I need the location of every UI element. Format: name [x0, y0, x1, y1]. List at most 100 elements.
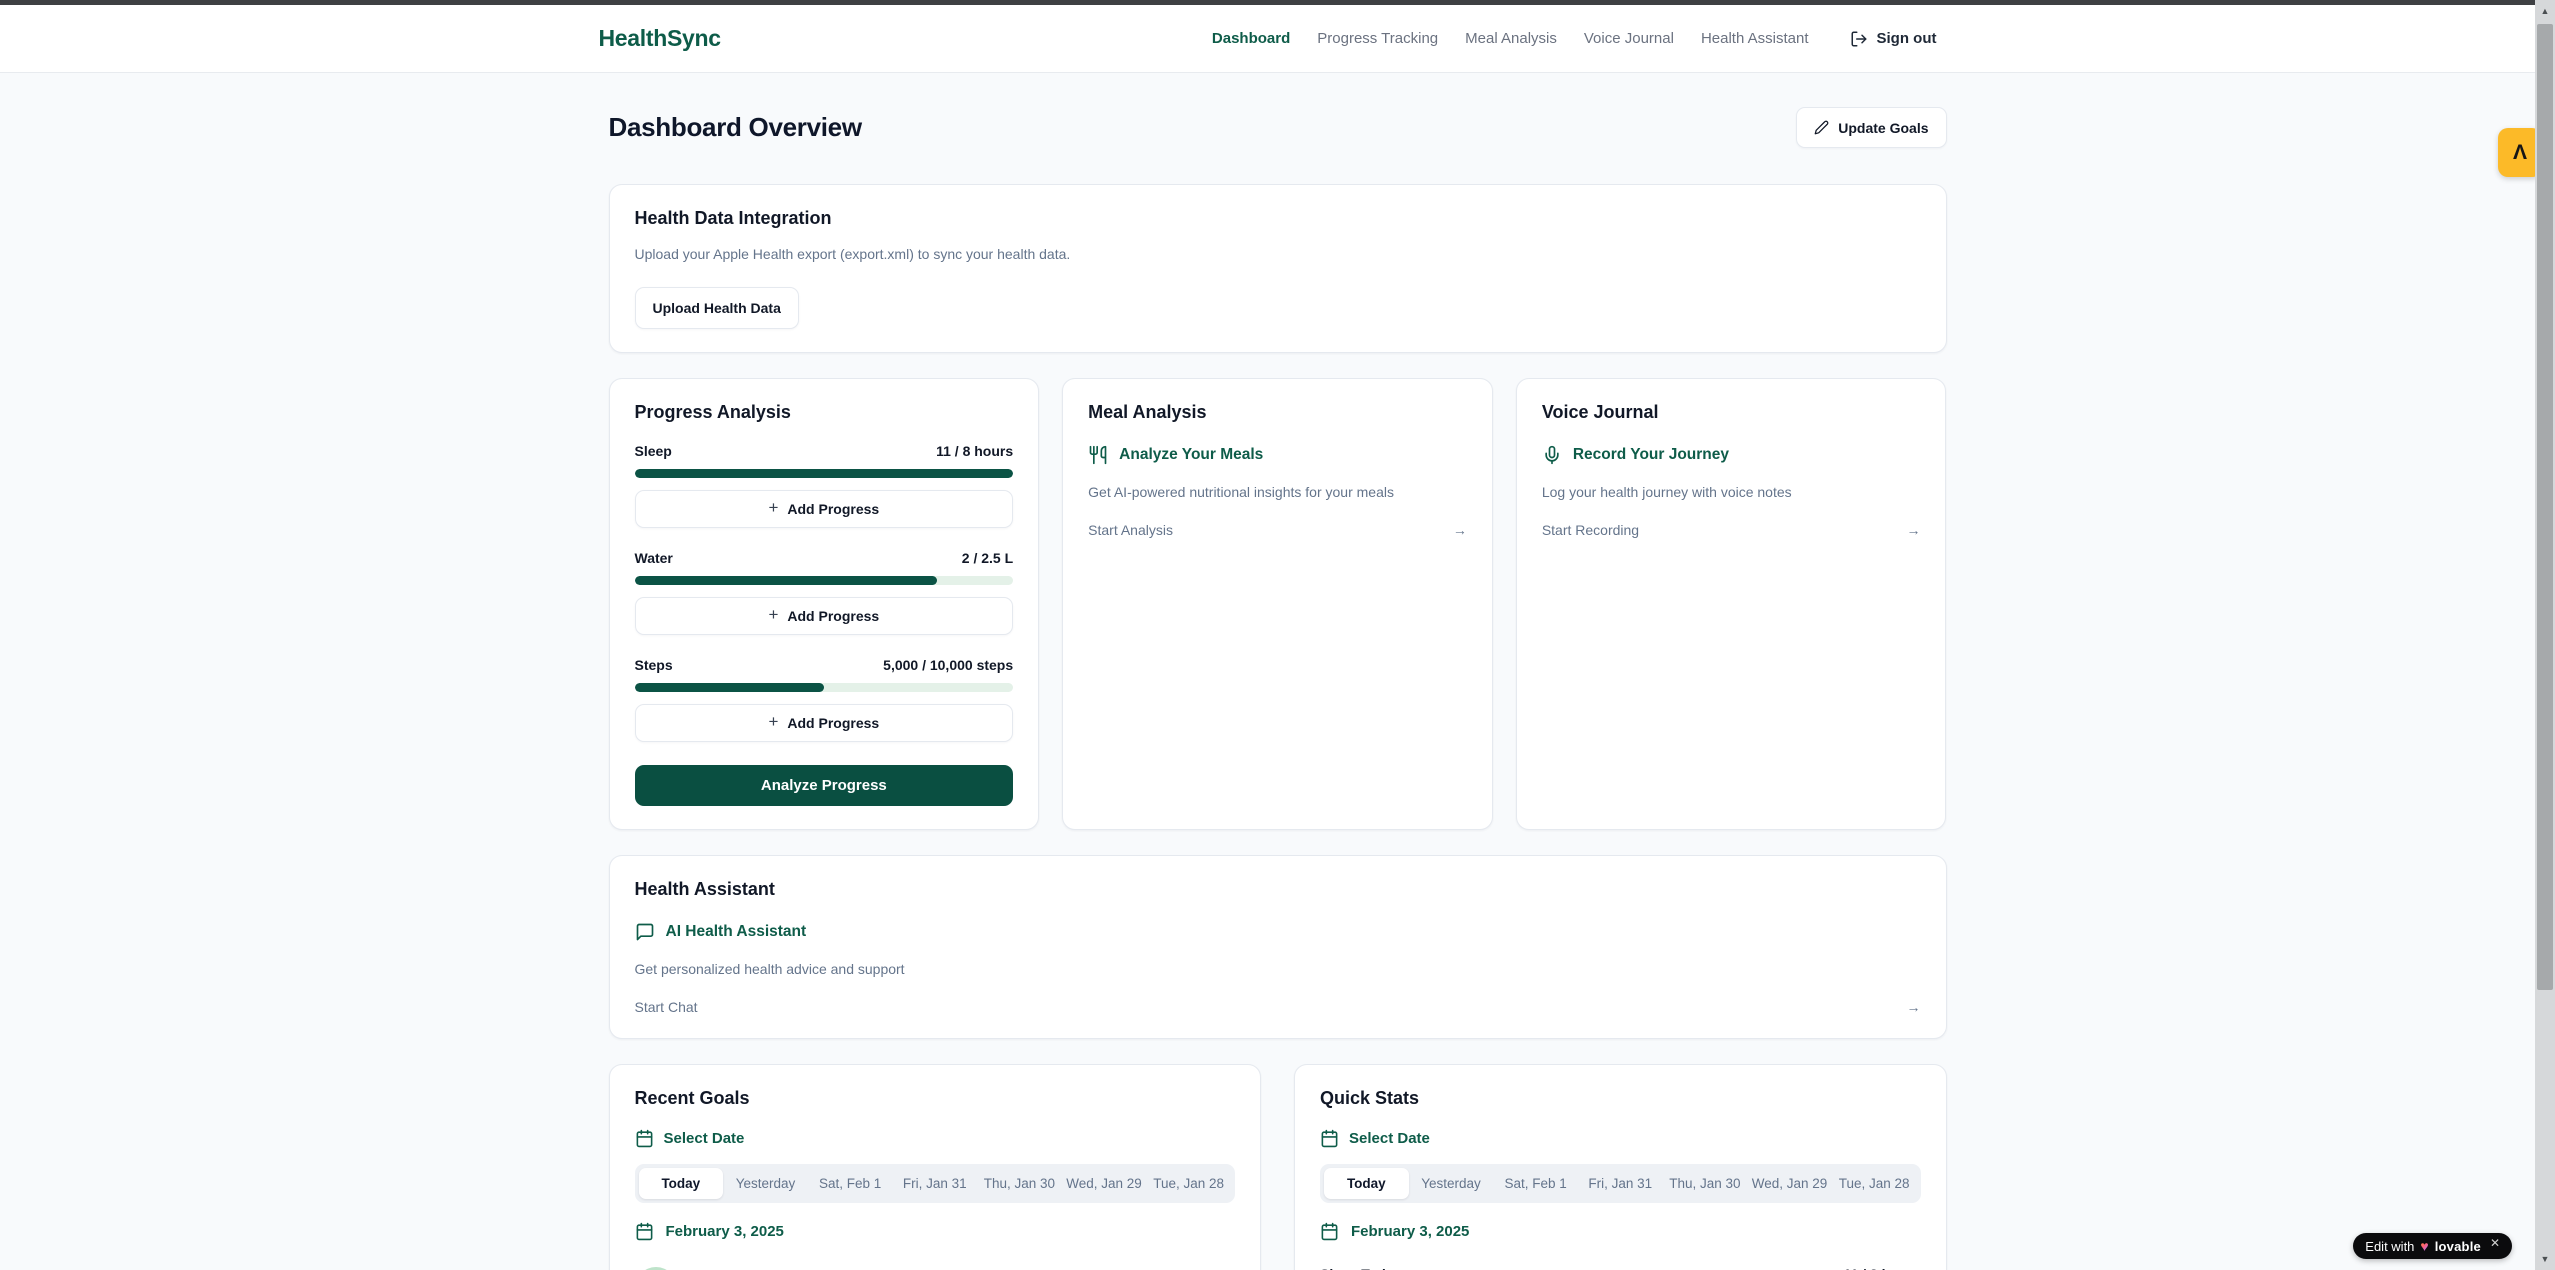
nav-item-voice-journal[interactable]: Voice Journal: [1584, 30, 1674, 47]
date-tab-tue-jan-28[interactable]: Tue, Jan 28: [1146, 1168, 1231, 1199]
app-logo[interactable]: HealthSync: [599, 25, 721, 52]
integration-description: Upload your Apple Health export (export.…: [635, 244, 1921, 264]
upload-health-data-button[interactable]: Upload Health Data: [635, 287, 799, 329]
main-content: Dashboard Overview Update Goals Health D…: [609, 107, 1947, 1270]
date-tab-sat-feb-1[interactable]: Sat, Feb 1: [808, 1168, 893, 1199]
nav-item-dashboard[interactable]: Dashboard: [1212, 30, 1290, 47]
date-tab-today[interactable]: Today: [1324, 1168, 1409, 1199]
stat-label-sleep-today: Sleep Today: [1320, 1266, 1401, 1270]
add-progress-steps-button[interactable]: + Add Progress: [635, 704, 1014, 742]
progress-value-sleep: 11 / 8 hours: [936, 443, 1013, 459]
recent-goals-date-tabs: Today Yesterday Sat, Feb 1 Fri, Jan 31 T…: [635, 1164, 1236, 1203]
calendar-icon: [1320, 1222, 1339, 1241]
date-tab-wed-jan-29[interactable]: Wed, Jan 29: [1747, 1168, 1832, 1199]
analyze-progress-button[interactable]: Analyze Progress: [635, 765, 1014, 806]
recent-goals-title: Recent Goals: [635, 1088, 1236, 1109]
progress-analysis-title: Progress Analysis: [635, 402, 1014, 423]
start-chat-label: Start Chat: [635, 999, 698, 1015]
date-tab-thu-jan-30[interactable]: Thu, Jan 30: [977, 1168, 1062, 1199]
nav-item-progress-tracking[interactable]: Progress Tracking: [1317, 30, 1438, 47]
voice-journal-card: Voice Journal Record Your Journey Log yo…: [1516, 378, 1947, 830]
select-date-label: Select Date: [1349, 1130, 1430, 1147]
lovable-brand: lovable: [2435, 1239, 2481, 1254]
plus-icon: +: [768, 605, 778, 625]
nav-item-health-assistant[interactable]: Health Assistant: [1701, 30, 1809, 47]
current-date-label: February 3, 2025: [666, 1223, 784, 1240]
health-data-integration-card: Health Data Integration Upload your Appl…: [609, 184, 1947, 353]
date-tab-sat-feb-1[interactable]: Sat, Feb 1: [1493, 1168, 1578, 1199]
start-analysis-action[interactable]: Start Analysis →: [1088, 522, 1467, 538]
chat-bubble-icon: [635, 922, 655, 942]
progress-value-steps: 5,000 / 10,000 steps: [883, 657, 1013, 673]
ai-health-assistant-link[interactable]: AI Health Assistant: [635, 922, 1921, 942]
date-tab-thu-jan-30[interactable]: Thu, Jan 30: [1663, 1168, 1748, 1199]
quick-stats-card: Quick Stats Select Date Today Yesterday …: [1294, 1064, 1947, 1270]
goal-item-daily-sleep: ✓ Daily Sleep 11 / 8 hours: [635, 1267, 1236, 1270]
date-tab-wed-jan-29[interactable]: Wed, Jan 29: [1062, 1168, 1147, 1199]
stat-value-sleep-today: 11 / 8 hours: [1843, 1266, 1920, 1270]
calendar-icon: [635, 1129, 654, 1148]
sign-out-label: Sign out: [1877, 30, 1937, 47]
lovable-prefix: Edit with: [2365, 1239, 2414, 1254]
start-recording-action[interactable]: Start Recording →: [1542, 522, 1921, 538]
add-progress-water-button[interactable]: + Add Progress: [635, 597, 1014, 635]
progress-label-steps: Steps: [635, 657, 673, 673]
date-tab-fri-jan-31[interactable]: Fri, Jan 31: [892, 1168, 977, 1199]
progress-bar-sleep: [635, 469, 1014, 478]
analyze-your-meals-label: Analyze Your Meals: [1119, 446, 1263, 464]
plus-icon: +: [768, 498, 778, 518]
date-tab-fri-jan-31[interactable]: Fri, Jan 31: [1578, 1168, 1663, 1199]
meal-analysis-title: Meal Analysis: [1088, 402, 1467, 423]
update-goals-label: Update Goals: [1838, 120, 1928, 136]
add-progress-label: Add Progress: [787, 608, 879, 624]
meal-analysis-card: Meal Analysis Analyze Your Meals Get AI-…: [1062, 378, 1493, 830]
record-your-journey-link[interactable]: Record Your Journey: [1542, 445, 1921, 465]
recent-goals-card: Recent Goals Select Date Today Yesterday…: [609, 1064, 1262, 1270]
recent-goals-current-date[interactable]: February 3, 2025: [635, 1222, 1236, 1241]
current-date-label: February 3, 2025: [1351, 1223, 1469, 1240]
arrow-right-icon: →: [1907, 999, 1921, 1015]
logout-icon: [1850, 30, 1868, 48]
scroll-up-arrow[interactable]: ▲: [2535, 0, 2555, 22]
update-goals-button[interactable]: Update Goals: [1796, 107, 1946, 148]
record-your-journey-label: Record Your Journey: [1573, 446, 1729, 464]
scrollbar-thumb[interactable]: [2537, 24, 2553, 990]
microphone-icon: [1542, 445, 1562, 465]
recent-goals-select-date[interactable]: Select Date: [635, 1129, 1236, 1148]
progress-bar-steps: [635, 683, 1014, 692]
arrow-right-icon: →: [1453, 522, 1467, 538]
meal-description: Get AI-powered nutritional insights for …: [1088, 482, 1467, 502]
page-title: Dashboard Overview: [609, 112, 862, 143]
date-tab-yesterday[interactable]: Yesterday: [1409, 1168, 1494, 1199]
close-icon[interactable]: ✕: [2490, 1236, 2500, 1250]
quick-stats-date-tabs: Today Yesterday Sat, Feb 1 Fri, Jan 31 T…: [1320, 1164, 1921, 1203]
progress-label-water: Water: [635, 550, 673, 566]
start-recording-label: Start Recording: [1542, 522, 1639, 538]
date-tab-today[interactable]: Today: [639, 1168, 724, 1199]
nav-item-meal-analysis[interactable]: Meal Analysis: [1465, 30, 1557, 47]
quick-stats-select-date[interactable]: Select Date: [1320, 1129, 1921, 1148]
voice-description: Log your health journey with voice notes: [1542, 482, 1921, 502]
heart-icon: ♥: [2420, 1238, 2428, 1254]
scroll-down-arrow[interactable]: ▼: [2535, 1248, 2555, 1270]
progress-analysis-card: Progress Analysis Sleep 11 / 8 hours + A…: [609, 378, 1040, 830]
vertical-scrollbar[interactable]: ▲ ▼: [2535, 0, 2555, 1270]
progress-bar-water: [635, 576, 1014, 585]
top-navigation: HealthSync Dashboard Progress Tracking M…: [0, 5, 2535, 73]
utensils-icon: [1088, 445, 1108, 465]
date-tab-tue-jan-28[interactable]: Tue, Jan 28: [1832, 1168, 1917, 1199]
pencil-icon: [1814, 120, 1829, 135]
date-tab-yesterday[interactable]: Yesterday: [723, 1168, 808, 1199]
quick-stats-title: Quick Stats: [1320, 1088, 1921, 1109]
quick-stats-current-date[interactable]: February 3, 2025: [1320, 1222, 1921, 1241]
sign-out-button[interactable]: Sign out: [1850, 30, 1937, 48]
edit-with-lovable-badge[interactable]: Edit with ♥ lovable ✕: [2353, 1233, 2512, 1259]
select-date-label: Select Date: [664, 1130, 745, 1147]
health-assistant-card: Health Assistant AI Health Assistant Get…: [609, 855, 1947, 1038]
progress-value-water: 2 / 2.5 L: [962, 550, 1013, 566]
start-analysis-label: Start Analysis: [1088, 522, 1173, 538]
analyze-your-meals-link[interactable]: Analyze Your Meals: [1088, 445, 1467, 465]
add-progress-sleep-button[interactable]: + Add Progress: [635, 490, 1014, 528]
goal-complete-check-icon: ✓: [635, 1267, 677, 1270]
start-chat-action[interactable]: Start Chat →: [635, 999, 1921, 1015]
